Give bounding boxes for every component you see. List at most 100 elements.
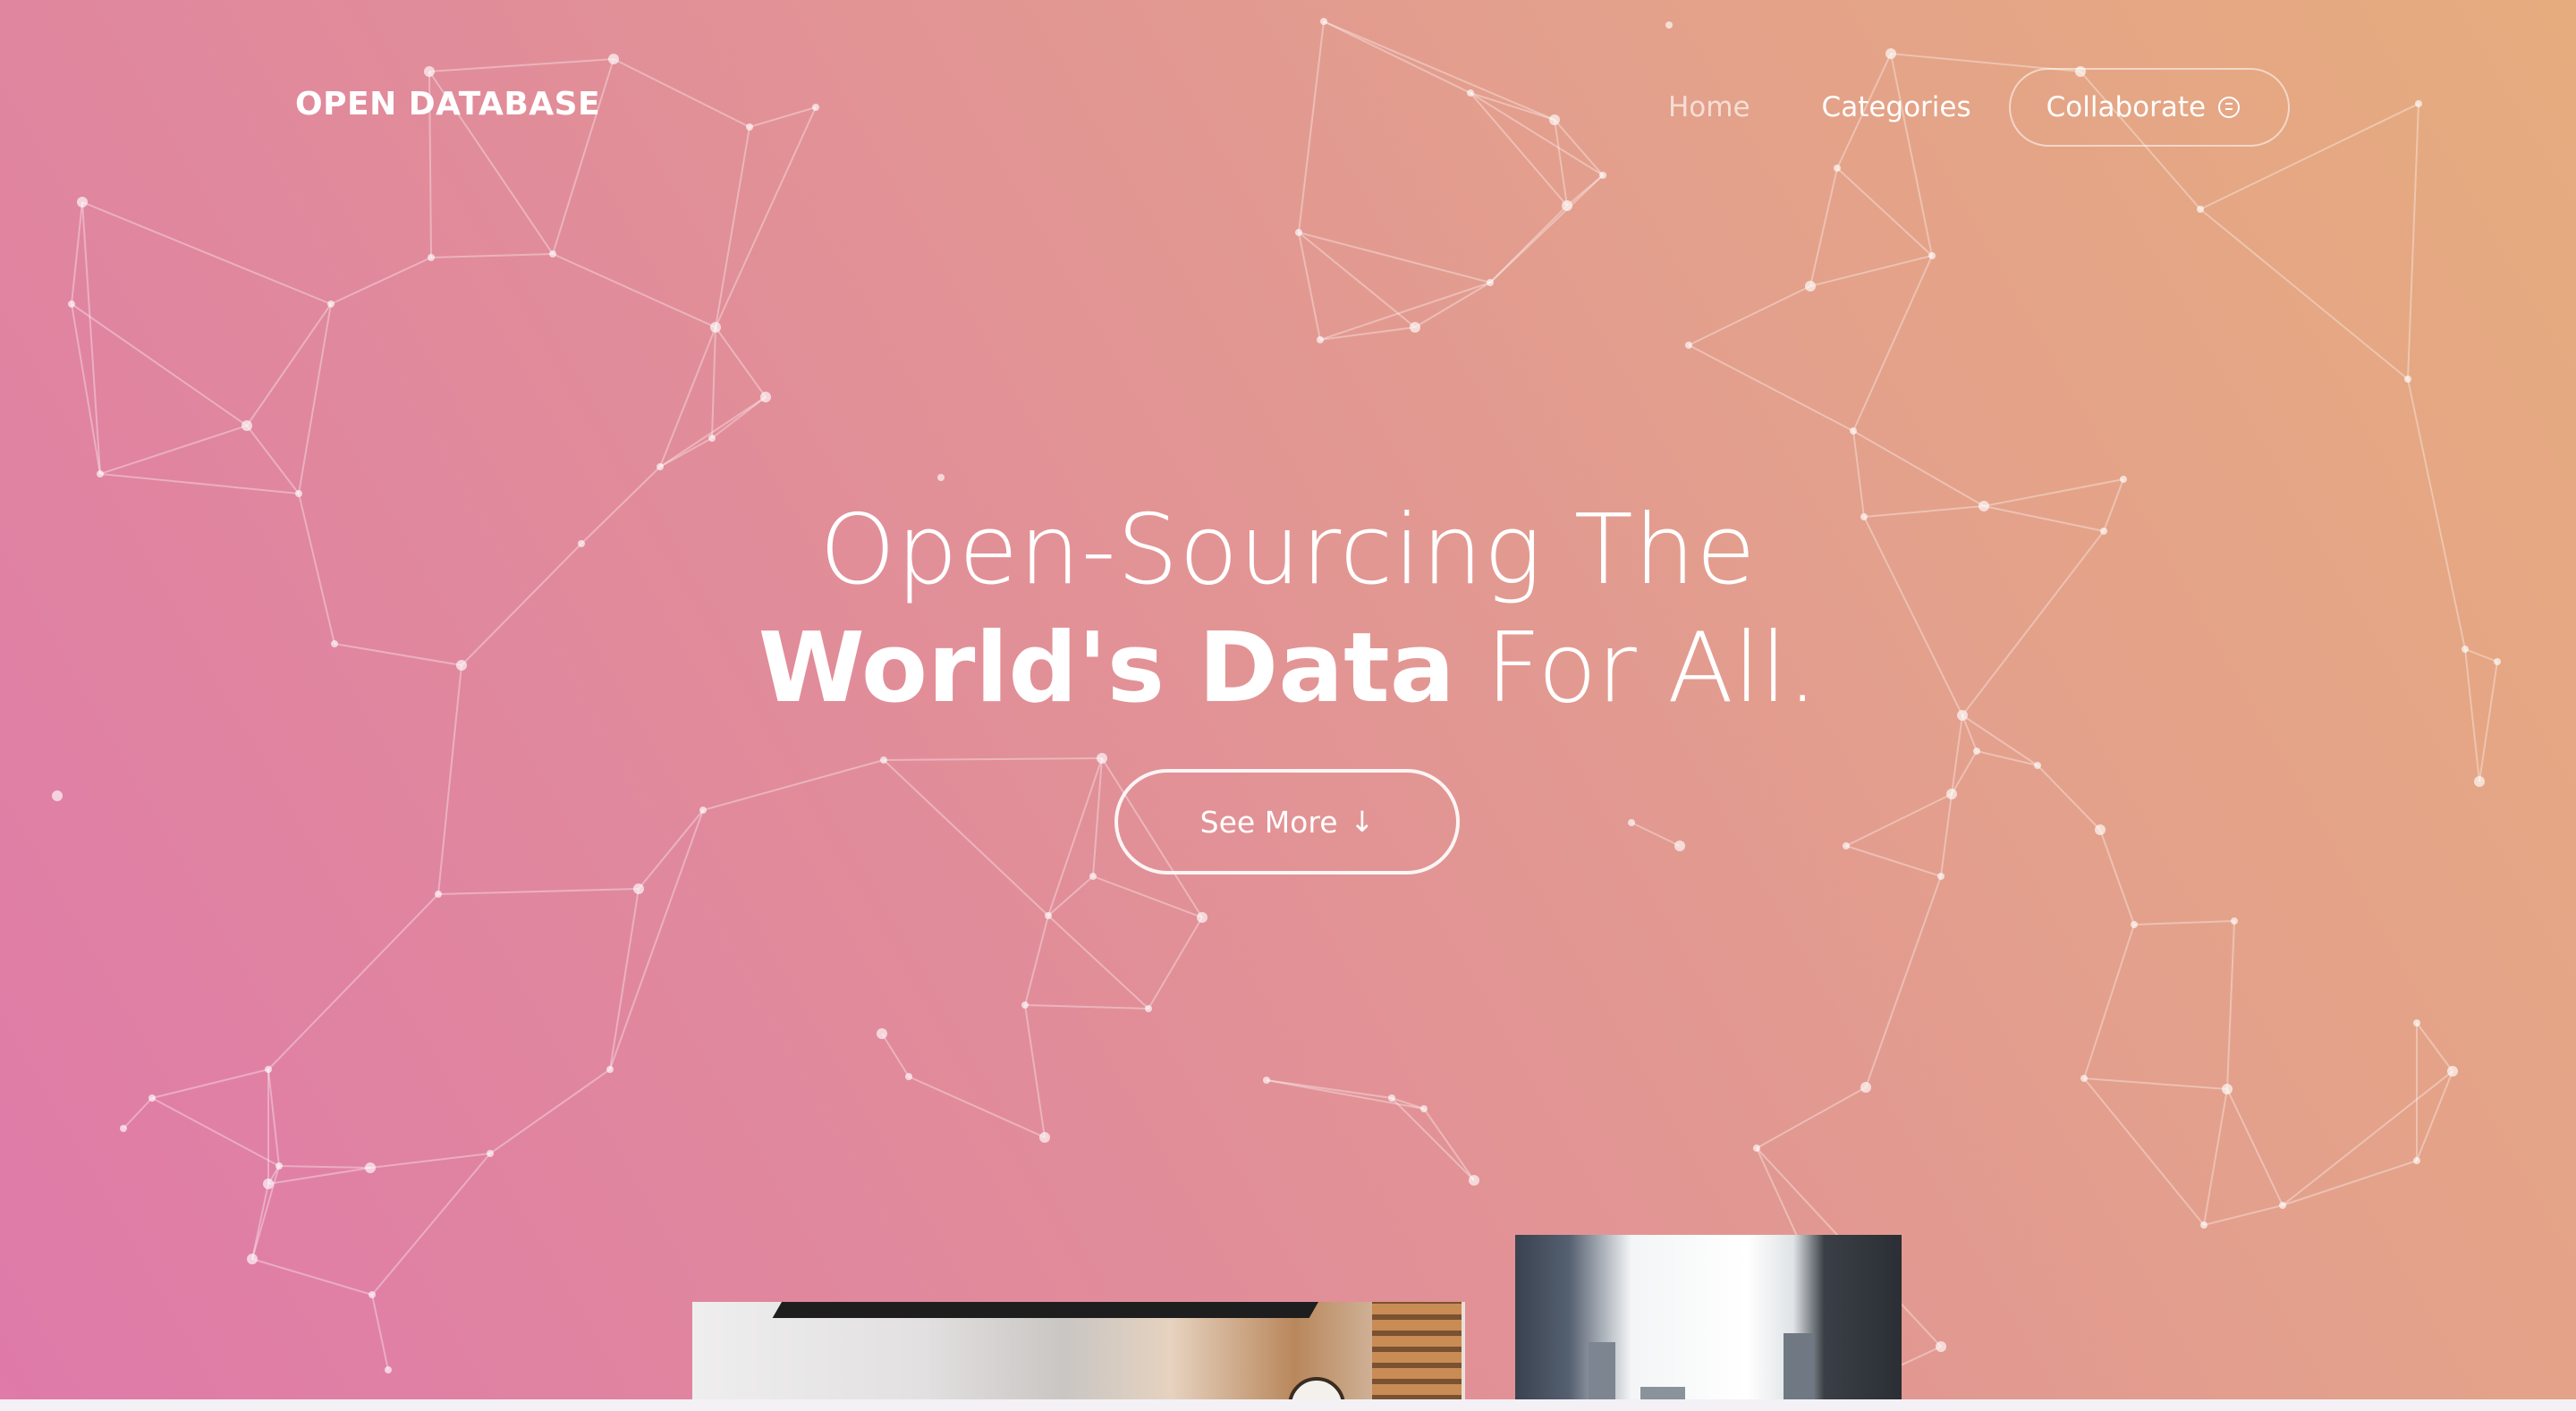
- headline-bold-text: World's Data: [758, 613, 1455, 724]
- network-line: [1845, 793, 1953, 847]
- network-line: [71, 201, 83, 305]
- network-node: [265, 1066, 272, 1073]
- network-line: [330, 257, 432, 305]
- network-node: [1145, 1005, 1152, 1012]
- see-more-button[interactable]: See More ↓: [1114, 769, 1460, 874]
- network-line: [428, 58, 614, 72]
- network-line: [1266, 1079, 1425, 1110]
- photo-detail-shelf: [1372, 1302, 1462, 1411]
- network-node: [606, 1066, 614, 1073]
- network-node: [275, 1162, 283, 1170]
- hero-section: OPEN DATABASE Home Categories Collaborat…: [0, 0, 2576, 1411]
- network-node: [1937, 873, 1945, 880]
- network-node: [2404, 376, 2411, 383]
- network-line: [1756, 1086, 1867, 1149]
- network-node: [2231, 917, 2238, 925]
- network-line: [1298, 21, 1325, 233]
- network-node: [608, 54, 619, 64]
- see-more-label: See More: [1199, 804, 1338, 840]
- network-node: [428, 254, 435, 261]
- network-line: [267, 1069, 280, 1167]
- network-node: [2413, 1157, 2420, 1164]
- network-line: [2226, 1088, 2284, 1206]
- network-line: [278, 1165, 371, 1169]
- network-node: [2447, 1066, 2458, 1077]
- network-line: [430, 253, 554, 258]
- network-node: [148, 1094, 156, 1102]
- network-node: [746, 123, 753, 131]
- network-line: [246, 303, 332, 427]
- collaborate-button[interactable]: Collaborate: [2008, 68, 2291, 147]
- network-line: [1809, 255, 1933, 287]
- network-line: [659, 326, 716, 468]
- network-node: [68, 300, 75, 308]
- network-node: [1469, 1175, 1479, 1186]
- network-line: [246, 425, 300, 494]
- network-line: [298, 303, 332, 494]
- network-line: [1148, 917, 1203, 1010]
- brand-logo[interactable]: OPEN DATABASE: [295, 86, 600, 123]
- headline-light-text: For All.: [1486, 613, 1818, 724]
- network-line: [1836, 167, 1933, 257]
- chat-bubble-icon: [2218, 97, 2241, 118]
- network-node: [1946, 789, 1957, 799]
- gallery-photo-building[interactable]: [1515, 1235, 1902, 1411]
- network-line: [1423, 1108, 1475, 1181]
- network-node: [937, 474, 945, 481]
- nav-home-link[interactable]: Home: [1668, 91, 1750, 123]
- arrow-down-icon: ↓: [1350, 805, 1375, 839]
- network-line: [2416, 1022, 2453, 1072]
- network-node: [1045, 912, 1052, 919]
- network-line: [609, 809, 704, 1070]
- network-line: [2083, 924, 2135, 1079]
- network-node: [2080, 1075, 2088, 1082]
- network-node: [2200, 1221, 2207, 1229]
- gallery-photo-interior[interactable]: [692, 1302, 1465, 1411]
- network-node: [1843, 842, 1850, 849]
- network-line: [1852, 255, 1933, 432]
- network-node: [633, 883, 644, 894]
- network-node: [2222, 1084, 2233, 1094]
- network-line: [908, 1076, 1046, 1138]
- network-line: [123, 1097, 153, 1129]
- network-node: [1039, 1132, 1050, 1143]
- network-line: [71, 303, 248, 427]
- network-line: [2133, 920, 2235, 925]
- network-line: [251, 1258, 373, 1296]
- network-node: [1973, 748, 1980, 755]
- network-line: [2083, 1077, 2228, 1090]
- network-line: [2083, 1077, 2205, 1226]
- network-line: [1092, 757, 1103, 877]
- hero-headline: Open-Sourcing The World's Data For All.: [0, 492, 2576, 728]
- network-line: [1024, 915, 1049, 1006]
- network-line: [1024, 1004, 1149, 1010]
- network-node: [1685, 342, 1692, 349]
- network-line: [371, 1294, 389, 1371]
- network-node: [2415, 100, 2422, 107]
- network-line: [2203, 1088, 2228, 1226]
- network-node: [710, 322, 721, 333]
- network-node: [369, 1291, 376, 1298]
- network-node: [327, 300, 335, 308]
- network-line: [883, 759, 1049, 917]
- network-node: [2095, 824, 2106, 835]
- network-line: [883, 757, 1103, 761]
- network-node: [1850, 427, 1857, 435]
- network-node: [699, 807, 707, 814]
- network-node: [1834, 165, 1841, 172]
- network-line: [369, 1153, 491, 1169]
- network-line: [1323, 21, 1471, 94]
- network-line: [2037, 765, 2101, 831]
- network-line: [702, 759, 885, 811]
- network-line: [1298, 232, 1321, 341]
- network-node: [487, 1150, 494, 1157]
- network-node: [1562, 200, 1572, 211]
- network-node: [1674, 841, 1685, 851]
- network-node: [2474, 776, 2485, 787]
- network-line: [1319, 282, 1491, 341]
- network-line: [1298, 232, 1491, 283]
- nav-categories-link[interactable]: Categories: [1822, 91, 1971, 123]
- network-node: [905, 1073, 912, 1080]
- network-node: [1487, 279, 1494, 286]
- network-node: [1665, 21, 1673, 29]
